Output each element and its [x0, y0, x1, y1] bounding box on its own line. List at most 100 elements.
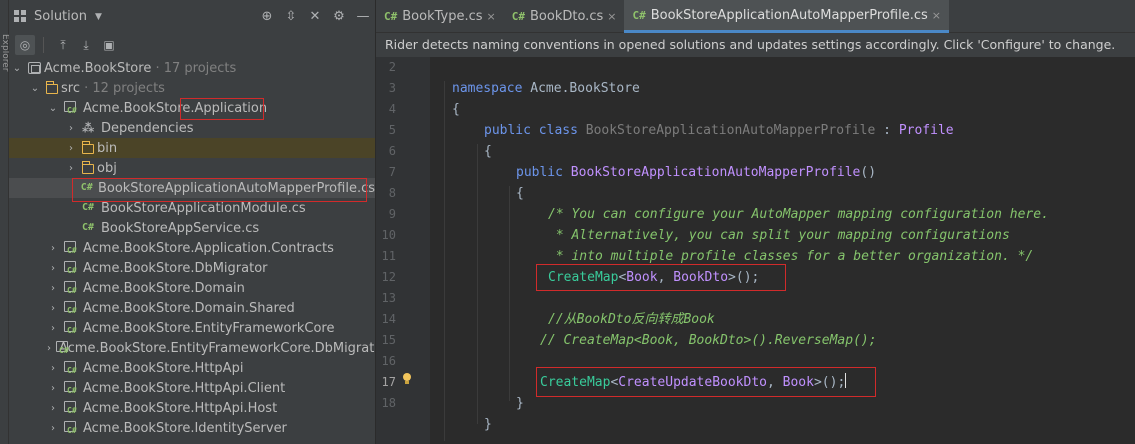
code-line: }	[516, 396, 524, 411]
editor-tab-bar: C# BookType.cs × C# BookDto.cs × C# Book…	[376, 0, 1135, 33]
tree-item-project[interactable]: › C# Acme.BookStore.DbMigrator	[9, 258, 375, 278]
tree-item-label: Acme.BookStore.Domain	[83, 280, 245, 296]
dependencies-icon: ⁂	[82, 121, 95, 135]
solution-explorer-panel: Solution ▼ ⊕ ⇳ ✕ ⚙ — ◎ ⤒ ⤓ ▣ ⌄ Acme.Book…	[9, 0, 375, 444]
folder-icon	[82, 161, 94, 174]
show-all-files-icon[interactable]: ◎	[15, 35, 35, 55]
tree-item-label: BookStoreApplicationModule.cs	[101, 200, 306, 216]
line-number: 6	[388, 144, 396, 158]
code-line: }	[484, 417, 492, 432]
tree-item-label: Acme.BookStore	[44, 60, 152, 76]
chevron-right-icon[interactable]: ›	[65, 143, 77, 154]
tree-item-solution[interactable]: ⌄ Acme.BookStore · 17 projects	[9, 58, 375, 78]
preview-icon[interactable]: ▣	[99, 35, 119, 55]
lightbulb-icon[interactable]	[402, 373, 412, 385]
tree-item-project[interactable]: › C# Acme.BookStore.HttpApi.Host	[9, 398, 375, 418]
indent-guide	[477, 144, 478, 424]
collapse-all-icon[interactable]: ⇳	[279, 8, 303, 25]
tree-item-bin[interactable]: › bin	[9, 138, 375, 158]
view-dropdown-chevron-icon[interactable]: ▼	[95, 12, 102, 22]
chevron-right-icon[interactable]: ›	[47, 303, 59, 314]
csharp-project-icon: C#	[64, 301, 80, 315]
code-line: {	[484, 144, 492, 159]
tab-booktype[interactable]: C# BookType.cs ×	[376, 0, 504, 33]
code-editor[interactable]: namespace Acme.BookStore { public class …	[430, 57, 1135, 444]
solution-panel-header: Solution ▼ ⊕ ⇳ ✕ ⚙ —	[9, 0, 375, 33]
solution-icon	[28, 62, 41, 74]
solution-toolbar: ◎ ⤒ ⤓ ▣	[9, 33, 375, 57]
csharp-project-icon: C#	[64, 381, 80, 395]
tree-item-project[interactable]: › C# Acme.BookStore.EntityFrameworkCore.…	[9, 338, 375, 358]
indent-guide	[444, 81, 445, 441]
tree-item-dependencies[interactable]: › ⁂ Dependencies	[9, 118, 375, 138]
line-number: 5	[388, 123, 396, 137]
collapse-icon[interactable]: ⤓	[76, 35, 96, 55]
chevron-right-icon[interactable]: ›	[47, 323, 59, 334]
csharp-project-icon: C#	[64, 241, 80, 255]
chevron-down-icon[interactable]: ⌄	[47, 103, 59, 114]
tab-automapper-profile[interactable]: C# BookStoreApplicationAutoMapperProfile…	[624, 0, 949, 33]
line-number-gutter: 2 3 4 5 6 7 8 9 10 11 12 13 14 15 16 17 …	[376, 57, 430, 444]
solution-panel-title[interactable]: Solution	[34, 9, 87, 24]
tree-item-label: bin	[97, 140, 118, 156]
tree-item-label: Acme.BookStore.HttpApi	[83, 360, 244, 376]
toolbar-separator	[43, 37, 44, 53]
line-number: 15	[381, 333, 396, 347]
chevron-right-icon[interactable]: ›	[47, 403, 59, 414]
chevron-down-icon[interactable]: ⌄	[29, 83, 41, 94]
tab-label: BookStoreApplicationAutoMapperProfile.cs	[650, 7, 928, 23]
close-icon[interactable]: ×	[607, 10, 616, 23]
tree-item-project[interactable]: › C# Acme.BookStore.Domain.Shared	[9, 298, 375, 318]
close-panel-icon[interactable]: ✕	[303, 8, 327, 25]
chevron-right-icon[interactable]: ›	[47, 243, 59, 254]
annotation-box	[180, 98, 264, 120]
line-number: 10	[381, 228, 396, 242]
hide-panel-icon[interactable]: —	[351, 8, 375, 25]
code-line: namespace Acme.BookStore	[452, 81, 640, 96]
chevron-right-icon[interactable]: ›	[47, 263, 59, 274]
tree-item-obj[interactable]: › obj	[9, 158, 375, 178]
line-number: 8	[388, 186, 396, 200]
chevron-right-icon[interactable]: ›	[65, 123, 77, 134]
tree-item-project[interactable]: › C# Acme.BookStore.HttpApi	[9, 358, 375, 378]
folder-icon	[46, 81, 58, 94]
naming-conventions-notification[interactable]: Rider detects naming conventions in open…	[376, 33, 1135, 57]
chevron-right-icon[interactable]: ›	[47, 363, 59, 374]
tree-item-label: Dependencies	[101, 120, 194, 136]
tree-item-label: Acme.BookStore.EntityFrameworkCore	[83, 320, 335, 336]
chevron-right-icon[interactable]: ›	[47, 423, 59, 434]
csharp-project-icon: C#	[64, 361, 80, 375]
chevron-down-icon[interactable]: ⌄	[11, 63, 23, 74]
line-number-current: 17	[381, 375, 396, 389]
line-number: 14	[381, 312, 396, 326]
chevron-right-icon[interactable]: ›	[47, 383, 59, 394]
csharp-file-icon: C#	[82, 222, 95, 233]
tree-item-project[interactable]: › C# Acme.BookStore.Domain	[9, 278, 375, 298]
csharp-project-icon: C#	[64, 281, 80, 295]
folder-icon	[82, 141, 94, 154]
line-number: 18	[381, 396, 396, 410]
chevron-right-icon[interactable]: ›	[47, 343, 51, 354]
tree-item-label: Acme.BookStore.HttpApi.Client	[83, 380, 286, 396]
tree-item-src[interactable]: ⌄ src · 12 projects	[9, 78, 375, 98]
tree-item-project[interactable]: › C# Acme.BookStore.EntityFrameworkCore	[9, 318, 375, 338]
indent-guide	[509, 186, 510, 401]
csharp-file-icon: C#	[82, 202, 95, 213]
line-number: 3	[388, 81, 396, 95]
expand-all-icon[interactable]: ⤒	[53, 35, 73, 55]
chevron-right-icon[interactable]: ›	[47, 283, 59, 294]
tab-bookdto[interactable]: C# BookDto.cs ×	[504, 0, 625, 33]
csharp-file-icon: C#	[632, 8, 646, 22]
tree-item-project[interactable]: › C# Acme.BookStore.Application.Contract…	[9, 238, 375, 258]
locate-file-icon[interactable]: ⊕	[255, 8, 279, 25]
csharp-file-icon: C#	[511, 10, 525, 23]
gear-icon[interactable]: ⚙	[327, 8, 351, 25]
code-comment: //从BookDto反向转成Book	[548, 312, 715, 327]
close-icon[interactable]: ×	[487, 10, 496, 23]
line-number: 13	[381, 291, 396, 305]
chevron-right-icon[interactable]: ›	[65, 163, 77, 174]
close-icon[interactable]: ×	[932, 9, 941, 22]
tree-item-project[interactable]: › C# Acme.BookStore.IdentityServer	[9, 418, 375, 438]
tree-item-project[interactable]: › C# Acme.BookStore.HttpApi.Client	[9, 378, 375, 398]
tree-item-app-service[interactable]: › C# BookStoreAppService.cs	[9, 218, 375, 238]
